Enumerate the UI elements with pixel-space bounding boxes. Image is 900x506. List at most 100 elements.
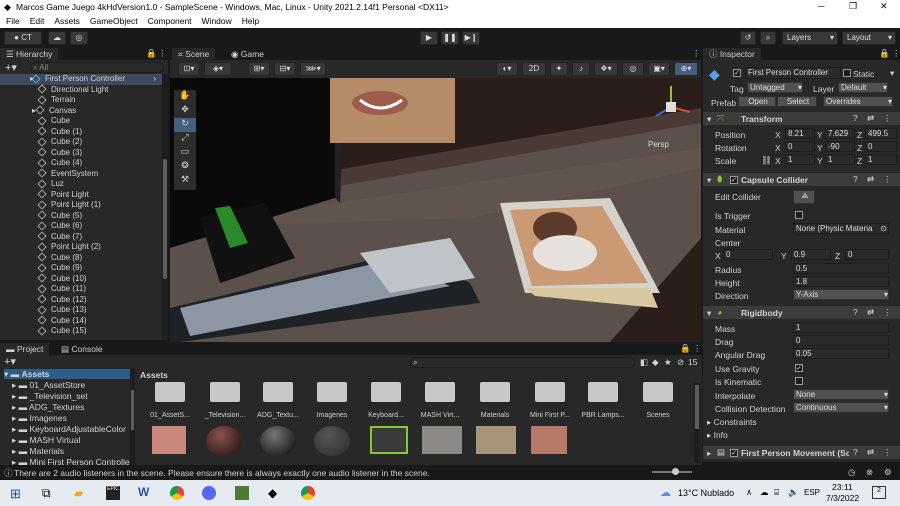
preset-icon[interactable]: ⇄ [867, 113, 874, 124]
preset-icon[interactable]: ⇄ [867, 447, 874, 458]
mass-field[interactable]: 1 [793, 322, 889, 333]
weather-text[interactable]: 13°C Nublado [678, 488, 734, 498]
asset-folder[interactable]: 01_AssetS... [145, 380, 195, 420]
lighting-toggle[interactable]: ✦ [550, 62, 568, 76]
asset-folder[interactable]: Mini First P... [525, 380, 575, 420]
scene-viewport[interactable]: ✋ ✥ ↻ ⤢ ▭ ❂ ⚒ Persp [170, 78, 701, 342]
hierarchy-item[interactable]: Cube (15) [0, 326, 87, 337]
asset-folder[interactable]: Keyboard... [361, 380, 411, 420]
render-mode-button[interactable]: ◐▾ [496, 62, 518, 76]
use-gravity-checkbox[interactable]: ✓ [795, 364, 803, 372]
movement-script-header[interactable]: ▸ ▤ ✓ First Person Movement (Scr ? ⇄ ⋮ [703, 446, 900, 459]
hierarchy-item[interactable]: Cube (6) [0, 221, 82, 232]
hierarchy-item[interactable]: EventSystem [0, 169, 98, 180]
hierarchy-item[interactable]: Cube (2) [0, 137, 82, 148]
is-trigger-checkbox[interactable] [795, 211, 803, 219]
more-icon[interactable]: ⋮ [883, 113, 892, 124]
position-y-field[interactable]: 7.629 [825, 128, 855, 139]
overrides-dropdown[interactable]: Overrides ▾ [823, 96, 893, 107]
unity-icon[interactable]: ◆ [268, 486, 277, 500]
2d-toggle[interactable]: 2D [522, 62, 546, 76]
layer-dropdown[interactable]: Default ▾ [838, 82, 888, 93]
direction-dropdown[interactable]: Y-Axis ▾ [793, 289, 889, 300]
more-icon[interactable]: ⋮ [892, 48, 900, 59]
edit-collider-button[interactable]: ⟁ [793, 190, 815, 204]
hierarchy-item[interactable]: Terrain [0, 95, 75, 106]
height-field[interactable]: 1.8 [793, 276, 889, 287]
hierarchy-item[interactable]: Directional Light [0, 85, 108, 96]
favorite-icon[interactable]: ★ [664, 357, 672, 368]
capsule-enabled-checkbox[interactable]: ✓ [730, 176, 738, 184]
hierarchy-scrollbar[interactable] [162, 74, 168, 340]
close-button[interactable]: ✕ [880, 1, 888, 12]
hierarchy-item[interactable]: Cube (7) [0, 232, 82, 243]
is-kinematic-checkbox[interactable] [795, 377, 803, 385]
play-button[interactable]: ▶ [420, 31, 438, 45]
texture-thumbnail[interactable] [476, 426, 516, 454]
hidden-objects-button[interactable]: ◎ [622, 62, 644, 76]
help-icon[interactable]: ? [853, 113, 858, 123]
project-search-input[interactable]: ⌕ [410, 357, 635, 368]
task-view-icon[interactable]: ⧉ [42, 486, 51, 501]
tab-game[interactable]: ◉ Game [225, 48, 270, 60]
assets-breadcrumb[interactable]: Assets [140, 370, 168, 380]
asset-folder[interactable]: ADG_Textu... [253, 380, 303, 420]
hierarchy-item[interactable]: Cube (11) [0, 284, 86, 295]
tray-chevron-icon[interactable]: ∧ [746, 487, 752, 498]
material-sphere-icon[interactable] [206, 426, 242, 456]
bug-icon[interactable]: ⚙ [884, 467, 892, 478]
asset-folder[interactable]: Scenes [633, 380, 683, 420]
chrome-icon[interactable] [170, 486, 184, 500]
shading-button[interactable]: ◈▾ [204, 62, 232, 76]
project-tree-scrollbar[interactable] [130, 368, 135, 465]
hidden-packages-icon[interactable]: ⊘ [677, 357, 684, 368]
hierarchy-search-input[interactable]: ⌕ All [30, 62, 164, 73]
menu-assets[interactable]: Assets [54, 16, 80, 26]
position-x-field[interactable]: 8.21 [785, 128, 815, 139]
static-checkbox[interactable] [843, 69, 851, 77]
layout-dropdown[interactable]: Layout ▾ [842, 31, 896, 45]
hierarchy-item[interactable]: Point Light (2) [0, 242, 101, 253]
gizmos-button[interactable]: ⊕▾ [674, 62, 698, 76]
texture-thumbnail[interactable] [422, 426, 462, 454]
material-field[interactable]: None (Physic Materia ⊙ [793, 223, 889, 234]
more-icon[interactable]: ⋮ [692, 48, 701, 59]
tab-console[interactable]: ▤ Console [55, 343, 109, 355]
collision-detection-dropdown[interactable]: Continuous ▾ [793, 402, 889, 413]
rotation-y-field[interactable]: -90 [825, 141, 855, 152]
collab-button[interactable]: ◎ [70, 31, 88, 45]
audio-toggle[interactable]: ♪ [572, 62, 590, 76]
step-button[interactable]: ▶❙ [462, 31, 480, 45]
tree-folder[interactable]: ▸ ▬ Imagenes [12, 413, 67, 424]
volume-icon[interactable]: 🔈 [788, 487, 799, 498]
asset-folder[interactable]: Materials [470, 380, 520, 420]
hierarchy-item[interactable]: Cube (3) [0, 148, 82, 159]
tree-folder[interactable]: ▸ ▬ _Television_set [12, 391, 88, 402]
tab-project[interactable]: ▬ Project [0, 343, 50, 355]
chrome-icon[interactable] [301, 486, 315, 500]
hierarchy-item[interactable]: ▸ Canvas [0, 106, 76, 117]
filter-type-icon[interactable]: ◧ [640, 357, 648, 368]
hierarchy-item[interactable]: Luz [0, 179, 64, 190]
tree-folder[interactable]: ▸ ▬ Materials [12, 446, 64, 457]
constraints-foldout[interactable]: ▸ Constraints [707, 417, 757, 428]
grid-button[interactable]: ⊞▾ [248, 62, 270, 76]
hierarchy-item[interactable]: Cube (12) [0, 295, 87, 306]
history-button[interactable]: ↺ [740, 31, 756, 45]
hierarchy-item[interactable]: Cube (14) [0, 316, 87, 327]
hierarchy-item[interactable]: Point Light (1) [0, 200, 101, 211]
more-icon[interactable]: ⋮ [158, 48, 167, 59]
asset-thumbnail[interactable] [152, 426, 186, 454]
pause-button[interactable]: ❚❚ [441, 31, 459, 45]
rotation-x-field[interactable]: 0 [785, 141, 815, 152]
prefab-select-button[interactable]: Select [777, 96, 817, 107]
add-asset-button[interactable]: +▾ [4, 355, 16, 368]
word-icon[interactable]: W [138, 485, 149, 499]
preset-icon[interactable]: ⇄ [867, 307, 874, 318]
more-icon[interactable]: ⋮ [883, 447, 892, 458]
tag-dropdown[interactable]: Untagged ▾ [747, 82, 803, 93]
zoom-slider-handle[interactable] [672, 468, 679, 475]
rotate-tool-icon[interactable]: ↻ [174, 118, 196, 132]
menu-file[interactable]: File [6, 16, 20, 26]
hierarchy-item[interactable]: ▸ First Person Controller › [0, 74, 162, 85]
